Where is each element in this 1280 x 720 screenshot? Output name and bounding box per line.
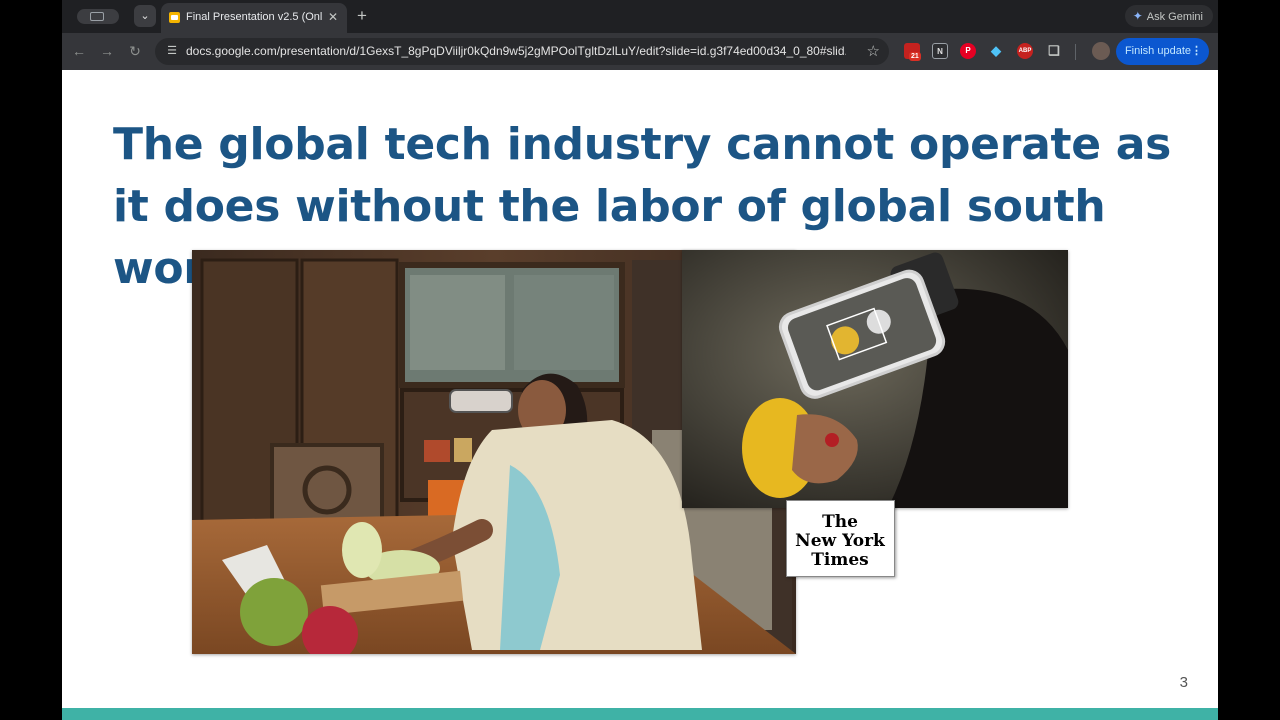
- toolbar-divider: [1075, 44, 1076, 60]
- bookmark-star-icon[interactable]: ☆: [867, 42, 880, 60]
- pinterest-extension-icon[interactable]: P: [960, 43, 976, 59]
- adblock-extension-icon[interactable]: ABP: [1017, 43, 1033, 59]
- tab-final-presentation[interactable]: Final Presentation v2.5 (Onlin ✕: [161, 3, 347, 33]
- finish-update-button[interactable]: Finish update ⋮: [1115, 38, 1209, 65]
- slide-page-number: 3: [1179, 674, 1188, 691]
- slides-favicon-icon: [169, 12, 180, 23]
- back-arrow-icon[interactable]: ←: [68, 41, 90, 61]
- extensions-puzzle-icon[interactable]: ❏: [1046, 43, 1062, 59]
- nyt-logo-wordmark: The New York Times: [795, 512, 886, 570]
- tab-close-icon[interactable]: ✕: [325, 9, 341, 25]
- tab-strip: ⌄ Final Presentation v2.5 (Onlin ✕ + ✦ As…: [62, 0, 1218, 33]
- notion-extension-icon[interactable]: N: [932, 43, 948, 59]
- new-tab-button[interactable]: +: [351, 6, 373, 28]
- forward-arrow-icon[interactable]: →: [96, 41, 118, 61]
- ask-gemini-label: Ask Gemini: [1146, 11, 1203, 23]
- address-url[interactable]: docs.google.com/presentation/d/1GexsT_8g…: [186, 44, 846, 58]
- slide-accent-bar: [62, 708, 1218, 720]
- diamond-extension-icon[interactable]: ◆: [988, 43, 1004, 59]
- reload-icon[interactable]: ↻: [124, 41, 146, 61]
- tab-switcher-icon[interactable]: [77, 9, 119, 24]
- photo-phone-camera-closeup: [682, 250, 1068, 508]
- nyt-logo-line-2: New York: [795, 531, 886, 551]
- gemini-spark-icon: ✦: [1132, 9, 1143, 23]
- nyt-logo: The New York Times: [786, 500, 895, 577]
- profile-avatar[interactable]: [1092, 42, 1110, 60]
- nyt-logo-line-3: Times: [811, 550, 868, 570]
- browser-window: ⌄ Final Presentation v2.5 (Onlin ✕ + ✦ As…: [62, 0, 1218, 70]
- browser-toolbar: ← → ↻ ☰ docs.google.com/presentation/d/1…: [62, 33, 1218, 70]
- chevron-down-icon[interactable]: ⌄: [134, 5, 156, 27]
- extension-badge: 21: [909, 52, 921, 61]
- site-info-icon[interactable]: ☰: [165, 44, 179, 58]
- more-menu-icon[interactable]: ⋮: [1191, 38, 1202, 65]
- ask-gemini-button[interactable]: ✦ Ask Gemini: [1124, 5, 1213, 27]
- slide-canvas: The global tech industry cannot operate …: [62, 70, 1218, 720]
- calendar-extension-icon[interactable]: 21: [904, 43, 921, 61]
- finish-update-label: Finish update: [1124, 45, 1191, 57]
- nyt-logo-line-1: The: [822, 512, 858, 532]
- address-bar[interactable]: ☰ docs.google.com/presentation/d/1GexsT_…: [155, 38, 889, 65]
- tab-title: Final Presentation v2.5 (Onlin: [186, 11, 322, 23]
- phone-closeup-illustration: [682, 250, 1068, 508]
